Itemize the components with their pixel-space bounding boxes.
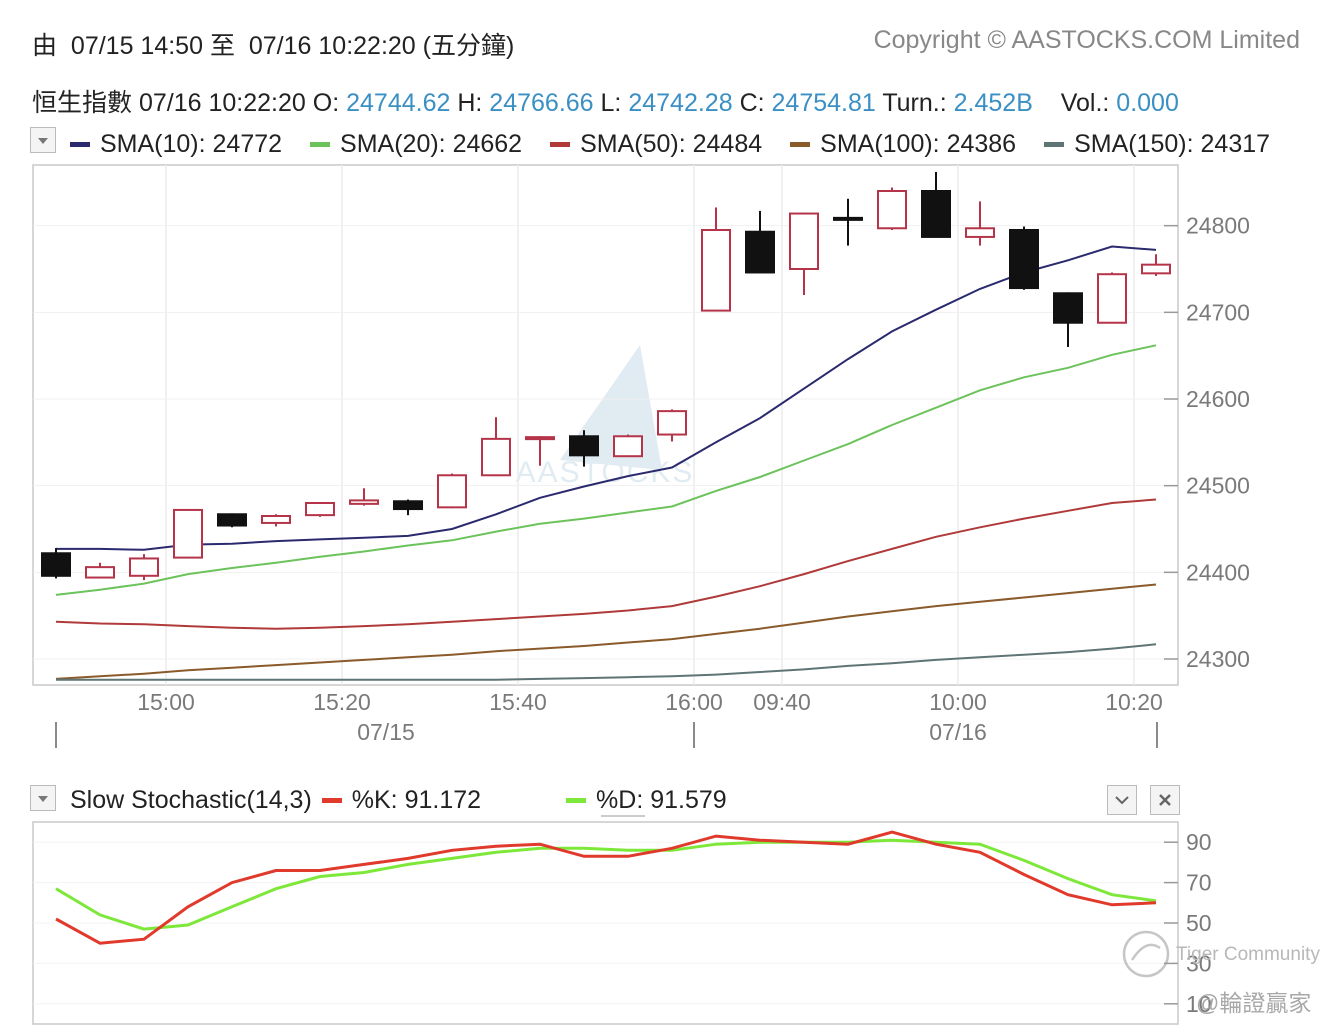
candle-body-up bbox=[613, 435, 643, 458]
stoch-title: Slow Stochastic(14,3) bbox=[70, 786, 312, 814]
candle-body-down bbox=[745, 230, 775, 274]
candle-body-up bbox=[525, 436, 555, 441]
candle bbox=[1009, 226, 1039, 290]
candle-body-up bbox=[305, 502, 335, 517]
candle-body-up bbox=[173, 508, 203, 559]
candle-body-down bbox=[1009, 229, 1039, 290]
candle-body-down bbox=[1053, 292, 1083, 324]
time-x-label: 10:20 bbox=[1105, 689, 1163, 715]
price-y-label: 24400 bbox=[1186, 559, 1250, 585]
price-y-label: 24500 bbox=[1186, 473, 1250, 499]
time-x-label: 10:00 bbox=[929, 689, 987, 715]
price-y-label: 24600 bbox=[1186, 386, 1250, 412]
candle-body-up bbox=[965, 227, 995, 238]
candle bbox=[217, 513, 247, 528]
time-x-label: 16:00 bbox=[665, 689, 723, 715]
price-y-label: 24300 bbox=[1186, 646, 1250, 672]
candle bbox=[877, 187, 907, 230]
stoch-y-label: 90 bbox=[1186, 829, 1212, 855]
date-x-label: 07/16 bbox=[929, 719, 987, 745]
candle-body-up bbox=[657, 410, 687, 436]
time-x-label: 15:00 bbox=[137, 689, 195, 715]
price-y-label: 24800 bbox=[1186, 213, 1250, 239]
candle-body-down bbox=[393, 500, 423, 511]
stoch-collapse-button[interactable] bbox=[1107, 785, 1137, 815]
time-x-label: 15:40 bbox=[489, 689, 547, 715]
price-chart[interactable]: AASTOCKS 243002440024500246002470024800 … bbox=[0, 0, 1338, 760]
candle bbox=[437, 473, 467, 509]
candle-body-up bbox=[437, 474, 467, 509]
time-x-label: 09:40 bbox=[753, 689, 811, 715]
candle bbox=[41, 548, 71, 579]
candle bbox=[129, 554, 159, 581]
watermark-logo-text: AASTOCKS bbox=[516, 456, 695, 489]
stoch-y-label: 50 bbox=[1186, 910, 1212, 936]
candle bbox=[1097, 272, 1127, 324]
candle-body-up bbox=[261, 515, 291, 524]
d-swatch bbox=[566, 798, 587, 803]
tiger-handle-text: @輪證贏家 bbox=[1196, 990, 1312, 1016]
date-x-label: 07/15 bbox=[357, 719, 415, 745]
stoch-legend: Slow Stochastic(14,3) %K: 91.172 %D: 91.… bbox=[70, 786, 727, 815]
stoch-close-button[interactable] bbox=[1150, 785, 1180, 815]
candle-body-down bbox=[217, 513, 247, 527]
k-swatch bbox=[321, 798, 342, 803]
candle-body-down bbox=[569, 435, 599, 457]
candle-body-up bbox=[129, 557, 159, 577]
tiger-community-text: Tiger Community bbox=[1176, 944, 1320, 965]
candle-body-down bbox=[41, 552, 71, 577]
candle-body-down bbox=[833, 216, 863, 221]
time-x-label: 15:20 bbox=[313, 689, 371, 715]
time-x-axis: 15:00 15:20 15:40 16:00 09:40 10:00 10:20 07/15… bbox=[55, 689, 1163, 748]
candle-body-up bbox=[789, 212, 819, 271]
candle-body-up bbox=[349, 499, 379, 505]
stoch-dropdown-button[interactable] bbox=[30, 785, 56, 811]
d-label: %D: 91.579 bbox=[596, 786, 727, 814]
candle-body-up bbox=[481, 437, 511, 477]
chevron-down-icon bbox=[1115, 796, 1129, 805]
tiger-watermark bbox=[1120, 928, 1172, 985]
candle-body-up bbox=[1141, 263, 1171, 275]
candle-body-down bbox=[921, 190, 951, 238]
k-label: %K: 91.172 bbox=[351, 786, 482, 814]
candle bbox=[173, 508, 203, 559]
chevron-down-icon bbox=[38, 796, 48, 802]
candle bbox=[305, 502, 335, 517]
close-icon bbox=[1159, 794, 1171, 806]
candle-body-up bbox=[1097, 273, 1127, 324]
candle bbox=[613, 434, 643, 458]
tiger-logo-icon bbox=[1122, 930, 1170, 978]
stoch-y-label: 70 bbox=[1186, 870, 1212, 896]
stochastic-chart[interactable]: 1030507090 bbox=[0, 815, 1338, 1025]
price-y-label: 24700 bbox=[1186, 299, 1250, 325]
candle-body-up bbox=[701, 229, 731, 312]
candle-body-up bbox=[85, 566, 115, 579]
candle-body-up bbox=[877, 190, 907, 230]
